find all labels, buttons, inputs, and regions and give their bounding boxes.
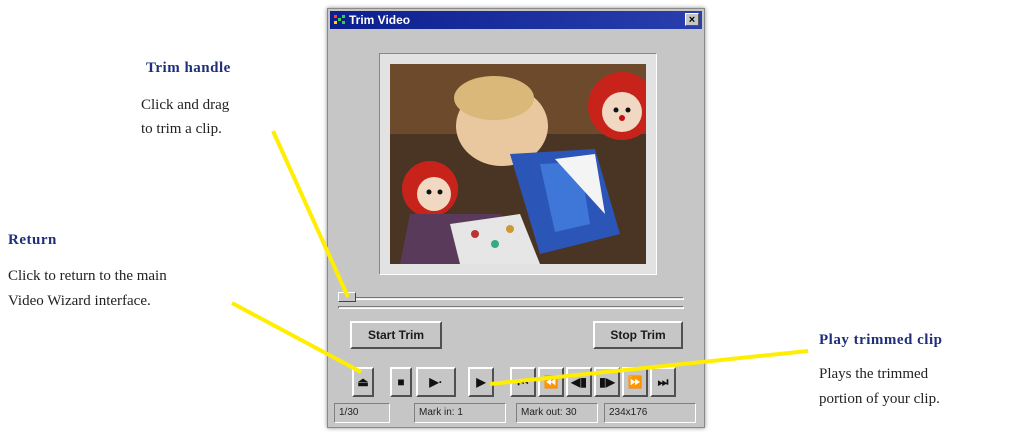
stop-button[interactable]: ■ <box>390 367 412 397</box>
play-loop-icon: ▶· <box>429 375 443 389</box>
start-trim-label: Start Trim <box>367 328 424 342</box>
stop-icon: ■ <box>397 375 405 389</box>
go-to-end-button[interactable]: ⏭ <box>650 367 676 397</box>
return-callout-line1: Click to return to the main <box>8 268 167 284</box>
fast-forward-button[interactable]: ⏩ <box>622 367 648 397</box>
close-button[interactable]: × <box>685 13 699 26</box>
play-loop-button[interactable]: ▶· <box>416 367 456 397</box>
return-button[interactable]: ⏏ <box>352 367 374 397</box>
play-trimmed-callout-line2: portion of your clip. <box>819 391 940 407</box>
status-mark-in: Mark in: 1 <box>414 403 506 423</box>
video-frame <box>390 64 646 264</box>
start-trim-button[interactable]: Start Trim <box>350 321 442 349</box>
play-icon: ▶ <box>476 375 486 389</box>
status-mark-out: Mark out: 30 <box>516 403 598 423</box>
go-to-start-button[interactable]: ⏮ <box>510 367 536 397</box>
trim-slider-track[interactable] <box>338 297 684 300</box>
trim-video-window: Trim Video × Start Trim Stop Trim ⏏ ■ ▶·… <box>327 8 705 428</box>
window-title: Trim Video <box>349 13 411 27</box>
rewind-icon: ⏪ <box>543 375 559 389</box>
eject-icon: ⏏ <box>357 375 369 389</box>
skip-end-icon: ⏭ <box>657 375 669 389</box>
title-bar[interactable]: Trim Video × <box>330 11 702 29</box>
play-trimmed-callout-title: Play trimmed clip <box>819 332 943 348</box>
trim-handle-callout-line2: to trim a clip. <box>141 121 222 137</box>
close-icon: × <box>688 14 696 26</box>
step-forward-button[interactable]: ▮▶ <box>594 367 620 397</box>
stop-trim-label: Stop Trim <box>610 328 666 342</box>
return-callout-line2: Video Wizard interface. <box>8 293 151 309</box>
trim-handle-callout-line1: Click and drag <box>141 97 230 113</box>
fast-forward-icon: ⏩ <box>627 375 643 389</box>
video-frame-image <box>390 64 646 264</box>
stop-trim-button[interactable]: Stop Trim <box>593 321 683 349</box>
step-forward-icon: ▮▶ <box>599 375 615 389</box>
trim-handle-callout-title: Trim handle <box>146 60 231 76</box>
video-preview-panel <box>379 53 657 275</box>
rewind-button[interactable]: ⏪ <box>538 367 564 397</box>
return-callout-title: Return <box>8 232 57 248</box>
app-icon <box>334 15 346 25</box>
step-back-icon: ◀▮ <box>571 375 587 389</box>
step-back-button[interactable]: ◀▮ <box>566 367 592 397</box>
status-frame: 1/30 <box>334 403 390 423</box>
play-trimmed-callout-line1: Plays the trimmed <box>819 366 929 382</box>
status-frame-size: 234x176 <box>604 403 696 423</box>
progress-track <box>338 306 684 309</box>
trim-handle[interactable] <box>338 292 356 302</box>
skip-start-icon: ⏮ <box>517 375 529 389</box>
play-trimmed-button[interactable]: ▶ <box>468 367 494 397</box>
